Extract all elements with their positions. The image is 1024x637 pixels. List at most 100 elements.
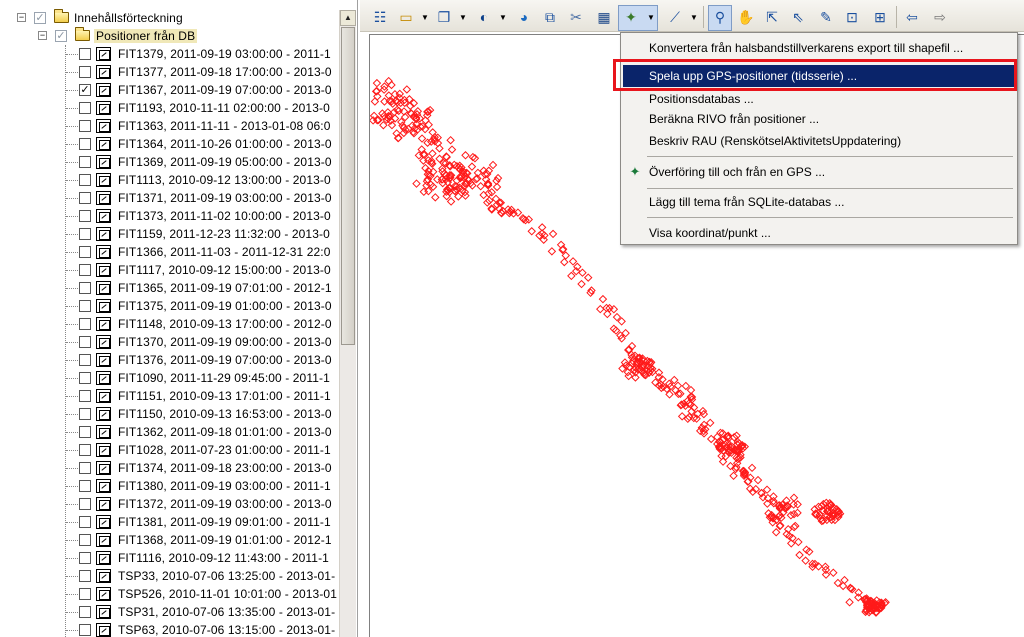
export-icon[interactable]: ⧉ xyxy=(540,7,560,27)
chevron-down-icon[interactable]: ▼ xyxy=(499,13,507,22)
toc-layer-row[interactable]: TSP31, 2010-07-06 13:35:00 - 2013-01- xyxy=(0,603,338,621)
layer-checkbox[interactable] xyxy=(79,210,91,222)
toc-layer-row[interactable]: FIT1374, 2011-09-18 23:00:00 - 2013-0 xyxy=(0,459,338,477)
menu-item-rivo[interactable]: Beräkna RIVO från positioner ... xyxy=(623,108,1015,130)
toc-layer-row[interactable]: FIT1159, 2011-12-23 11:32:00 - 2013-0 xyxy=(0,225,338,243)
layers-icon[interactable]: ☷ xyxy=(370,7,390,27)
root-checkbox[interactable]: ✓ xyxy=(34,12,46,24)
layer-checkbox[interactable] xyxy=(79,480,91,492)
layer-checkbox[interactable] xyxy=(79,426,91,438)
toc-layer-row[interactable]: ✓ FIT1367, 2011-09-19 07:00:00 - 2013-0 xyxy=(0,81,338,99)
back-icon[interactable]: ⇦ xyxy=(902,7,922,27)
toc-layer-row[interactable]: FIT1366, 2011-11-03 - 2011-12-31 22:0 xyxy=(0,243,338,261)
toc-layer-row[interactable]: TSP63, 2010-07-06 13:15:00 - 2013-01- xyxy=(0,621,338,637)
menu-item-position-db[interactable]: Positionsdatabas ... xyxy=(623,88,1015,110)
layer-checkbox[interactable] xyxy=(79,300,91,312)
toc-layer-row[interactable]: FIT1372, 2011-09-19 03:00:00 - 2013-0 xyxy=(0,495,338,513)
toc-layer-row[interactable]: FIT1375, 2011-09-19 01:00:00 - 2013-0 xyxy=(0,297,338,315)
layer-checkbox[interactable] xyxy=(79,498,91,510)
menu-item-play-gps[interactable]: Spela upp GPS-positioner (tidsserie) ... xyxy=(623,65,1015,87)
toc-layer-row[interactable]: FIT1362, 2011-09-18 01:01:00 - 2013-0 xyxy=(0,423,338,441)
menu-item-convert[interactable]: Konvertera från halsbandstillverkarens e… xyxy=(623,37,1015,59)
toc-layer-row[interactable]: FIT1370, 2011-09-19 09:00:00 - 2013-0 xyxy=(0,333,338,351)
globe-icon[interactable]: ◐ xyxy=(474,7,494,27)
toc-root-row[interactable]: − ✓ Innehållsförteckning xyxy=(0,9,340,27)
world-icon[interactable]: ◕ xyxy=(514,7,534,27)
menu-item-show-coordinate[interactable]: Visa koordinat/punkt ... xyxy=(623,222,1015,244)
toc-layer-row[interactable]: FIT1151, 2010-09-13 17:01:00 - 2011-1 xyxy=(0,387,338,405)
toc-layer-row[interactable]: FIT1368, 2011-09-19 01:01:00 - 2012-1 xyxy=(0,531,338,549)
toc-scrollbar[interactable]: ▲ xyxy=(339,10,356,637)
group-checkbox[interactable]: ✓ xyxy=(55,30,67,42)
chevron-down-icon[interactable]: ▼ xyxy=(690,13,698,22)
toc-layer-row[interactable]: FIT1379, 2011-09-19 03:00:00 - 2011-1 xyxy=(0,45,338,63)
toc-layer-row[interactable]: FIT1380, 2011-09-19 03:00:00 - 2011-1 xyxy=(0,477,338,495)
toc-layer-row[interactable]: FIT1117, 2010-09-12 15:00:00 - 2013-0 xyxy=(0,261,338,279)
layer-checkbox[interactable] xyxy=(79,588,91,600)
layer-checkbox[interactable] xyxy=(79,192,91,204)
copy-icon[interactable]: ❐ xyxy=(434,7,454,27)
layer-checkbox[interactable] xyxy=(79,408,91,420)
layer-checkbox[interactable] xyxy=(79,120,91,132)
toc-layer-row[interactable]: FIT1371, 2011-09-19 03:00:00 - 2013-0 xyxy=(0,189,338,207)
pan-icon[interactable]: ✋ xyxy=(736,7,756,27)
toc-layer-row[interactable]: FIT1193, 2010-11-11 02:00:00 - 2013-0 xyxy=(0,99,338,117)
layer-checkbox[interactable] xyxy=(79,516,91,528)
chevron-down-icon[interactable]: ▼ xyxy=(459,13,467,22)
toc-layer-row[interactable]: FIT1377, 2011-09-18 17:00:00 - 2013-0 xyxy=(0,63,338,81)
layer-checkbox[interactable] xyxy=(79,102,91,114)
layer-checkbox[interactable] xyxy=(79,390,91,402)
scroll-up-icon[interactable]: ▲ xyxy=(340,10,356,26)
menu-item-sqlite[interactable]: Lägg till tema från SQLite-databas ... xyxy=(623,191,1015,213)
toc-layer-row[interactable]: FIT1369, 2011-09-19 05:00:00 - 2013-0 xyxy=(0,153,338,171)
layer-checkbox[interactable] xyxy=(79,156,91,168)
layer-checkbox[interactable] xyxy=(79,570,91,582)
layer-checkbox[interactable] xyxy=(79,444,91,456)
toc-layer-row[interactable]: FIT1113, 2010-09-12 13:00:00 - 2013-0 xyxy=(0,171,338,189)
layer-checkbox[interactable] xyxy=(79,534,91,546)
toc-layer-row[interactable]: FIT1373, 2011-11-02 10:00:00 - 2013-0 xyxy=(0,207,338,225)
toc-layer-row[interactable]: FIT1150, 2010-09-13 16:53:00 - 2013-0 xyxy=(0,405,338,423)
zoom-icon[interactable]: ⚲ xyxy=(710,7,730,27)
layer-checkbox[interactable] xyxy=(79,228,91,240)
toc-layer-row[interactable]: FIT1090, 2011-11-29 09:45:00 - 2011-1 xyxy=(0,369,338,387)
toc-layer-row[interactable]: TSP526, 2010-11-01 10:01:00 - 2013-01 xyxy=(0,585,338,603)
layer-checkbox[interactable] xyxy=(79,48,91,60)
open-folder-icon[interactable]: ▭ xyxy=(396,7,416,27)
toc-layer-row[interactable]: FIT1116, 2010-09-12 11:43:00 - 2011-1 xyxy=(0,549,338,567)
layer-checkbox[interactable] xyxy=(79,606,91,618)
layer-checkbox[interactable] xyxy=(79,246,91,258)
identify-icon[interactable]: ⊡ xyxy=(842,7,862,27)
layer-checkbox[interactable] xyxy=(79,138,91,150)
layer-checkbox[interactable] xyxy=(79,264,91,276)
toc-layer-row[interactable]: FIT1148, 2010-09-13 17:00:00 - 2012-0 xyxy=(0,315,338,333)
collapse-icon[interactable]: − xyxy=(17,13,26,22)
select-arrow-icon[interactable]: ⇖ xyxy=(788,7,808,27)
layer-checkbox[interactable] xyxy=(79,282,91,294)
layer-checkbox[interactable] xyxy=(79,354,91,366)
tool-icon[interactable]: ✂ xyxy=(566,7,586,27)
chevron-down-icon[interactable]: ▼ xyxy=(421,13,429,22)
layer-checkbox[interactable] xyxy=(79,336,91,348)
toc-group-row[interactable]: − ✓ Positioner från DB xyxy=(0,27,340,45)
gps-icon[interactable]: ✦ xyxy=(621,7,641,27)
edit-icon[interactable]: ✎ xyxy=(816,7,836,27)
layer-checkbox[interactable] xyxy=(79,318,91,330)
layer-checkbox[interactable] xyxy=(79,372,91,384)
toc-layer-row[interactable]: FIT1363, 2011-11-11 - 2013-01-08 06:0 xyxy=(0,117,338,135)
layer-checkbox[interactable] xyxy=(79,462,91,474)
export-map-icon[interactable]: ⊞ xyxy=(870,7,890,27)
layer-checkbox[interactable] xyxy=(79,552,91,564)
toc-layer-row[interactable]: FIT1381, 2011-09-19 09:01:00 - 2011-1 xyxy=(0,513,338,531)
scroll-thumb[interactable] xyxy=(341,27,355,345)
layer-checkbox[interactable] xyxy=(79,624,91,636)
toc-layer-row[interactable]: FIT1028, 2011-07-23 01:00:00 - 2011-1 xyxy=(0,441,338,459)
chevron-down-icon[interactable]: ▼ xyxy=(647,13,655,22)
menu-item-rau[interactable]: Beskriv RAU (RenskötselAktivitetsUppdate… xyxy=(623,130,1015,152)
toc-layer-row[interactable]: FIT1376, 2011-09-19 07:00:00 - 2013-0 xyxy=(0,351,338,369)
select-icon[interactable]: ⇱ xyxy=(762,7,782,27)
layer-checkbox[interactable] xyxy=(79,174,91,186)
toc-layer-row[interactable]: FIT1364, 2011-10-26 01:00:00 - 2013-0 xyxy=(0,135,338,153)
collapse-icon[interactable]: − xyxy=(38,31,47,40)
toc-layer-row[interactable]: TSP33, 2010-07-06 13:25:00 - 2013-01- xyxy=(0,567,338,585)
